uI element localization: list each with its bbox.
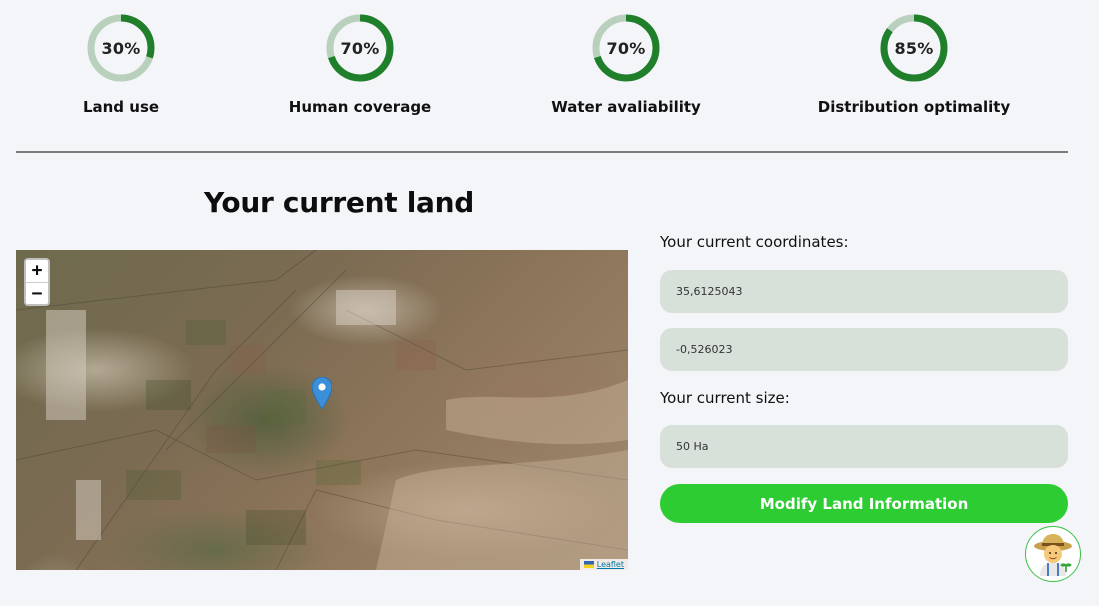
progress-ring: 70% (591, 13, 661, 83)
size-label: Your current size: (660, 389, 790, 407)
stat-value: 85% (894, 38, 934, 58)
zoom-in-button[interactable]: + (26, 260, 48, 282)
modify-land-button[interactable]: Modify Land Information (660, 484, 1068, 523)
zoom-control: + − (24, 258, 50, 306)
stat-land-use: 30% Land use (82, 0, 160, 116)
progress-ring: 30% (86, 13, 156, 83)
attribution-link[interactable]: Leaflet (597, 560, 624, 569)
section-title: Your current land (204, 186, 475, 219)
stat-value: 70% (340, 38, 380, 58)
flag-icon (583, 561, 594, 568)
land-map[interactable]: + − Leaflet (16, 250, 628, 570)
progress-ring: 70% (325, 13, 395, 83)
assistant-button[interactable] (1025, 526, 1081, 582)
stat-label: Land use (82, 98, 160, 116)
latitude-field[interactable]: 35,6125043 (660, 270, 1068, 313)
progress-ring: 85% (879, 13, 949, 83)
stat-human-coverage: 70% Human coverage (289, 0, 431, 116)
size-field[interactable]: 50 Ha (660, 425, 1068, 468)
stat-distribution-optimality: 85% Distribution optimality (818, 0, 1010, 116)
longitude-field[interactable]: -0,526023 (660, 328, 1068, 371)
map-attribution: Leaflet (579, 559, 628, 570)
farmer-avatar-icon (1034, 534, 1072, 576)
section-divider (16, 151, 1068, 153)
stat-label: Distribution optimality (817, 98, 1011, 116)
stat-water-availability: 70% Water avaliability (551, 0, 701, 116)
coordinates-label: Your current coordinates: (660, 233, 849, 251)
zoom-out-button[interactable]: − (26, 282, 48, 304)
map-pin-icon[interactable] (312, 377, 332, 409)
satellite-terrain (16, 250, 628, 570)
page: 30% Land use 70% Human coverage 70% Wate… (0, 0, 1099, 606)
stat-label: Human coverage (288, 98, 432, 116)
stat-value: 70% (606, 38, 646, 58)
stat-value: 30% (101, 38, 141, 58)
stat-label: Water avaliability (551, 98, 701, 116)
